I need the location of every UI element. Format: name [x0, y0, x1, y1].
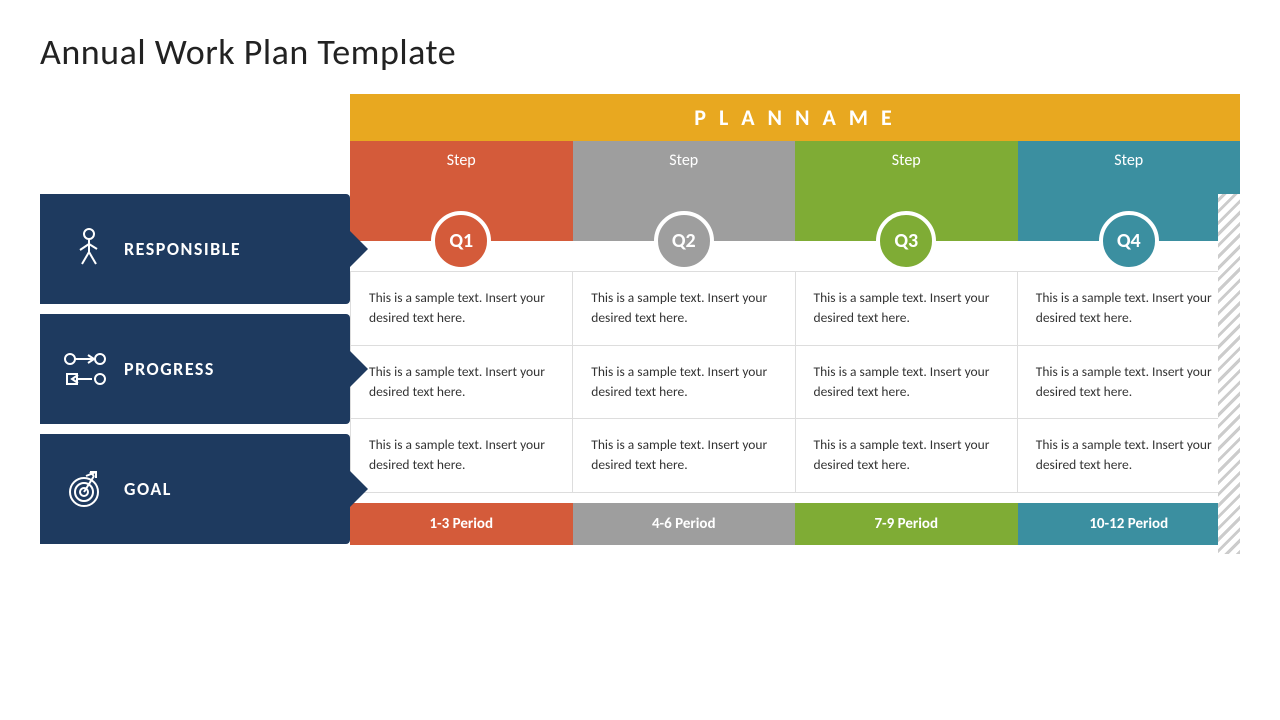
step-header-q3: Step Q3 — [795, 141, 1018, 241]
responsible-icon — [60, 224, 110, 274]
table-area: P L A N N A M E Step Q1 Step Q2 Step Q3 … — [350, 94, 1240, 554]
page-title: Annual Work Plan Template — [40, 30, 1240, 74]
goal-cell-q3: This is a sample text. Insert your desir… — [796, 419, 1018, 492]
main-content: RESPONSIBLE PROGRESS — [40, 94, 1240, 554]
period-footer: 1-3 Period 4-6 Period 7-9 Period 10-12 P… — [350, 503, 1240, 545]
goal-icon — [60, 464, 110, 514]
responsible-text: RESPONSIBLE — [124, 238, 241, 260]
progress-cell-q1: This is a sample text. Insert your desir… — [350, 346, 573, 419]
responsible-cell-q2: This is a sample text. Insert your desir… — [573, 272, 795, 345]
row-labels: RESPONSIBLE PROGRESS — [40, 94, 350, 554]
step-label-q2: Step — [669, 151, 698, 170]
responsible-cell-q3: This is a sample text. Insert your desir… — [796, 272, 1018, 345]
steps-header: Step Q1 Step Q2 Step Q3 Step Q4 — [350, 141, 1240, 241]
step-label-q3: Step — [892, 151, 921, 170]
page-container: Annual Work Plan Template RESPONSIBLE — [0, 0, 1280, 720]
step-circle-q3: Q3 — [876, 211, 936, 271]
progress-icon — [60, 344, 110, 394]
goal-cell-q2: This is a sample text. Insert your desir… — [573, 419, 795, 492]
step-circle-q1: Q1 — [431, 211, 491, 271]
step-label-q4: Step — [1114, 151, 1143, 170]
step-header-q4: Step Q4 — [1018, 141, 1241, 241]
goal-cell-q4: This is a sample text. Insert your desir… — [1018, 419, 1240, 492]
responsible-label: RESPONSIBLE — [40, 194, 350, 304]
progress-text: PROGRESS — [124, 358, 215, 380]
data-rows: This is a sample text. Insert your desir… — [350, 271, 1240, 493]
goal-cell-q1: This is a sample text. Insert your desir… — [350, 419, 573, 492]
progress-cell-q2: This is a sample text. Insert your desir… — [573, 346, 795, 419]
step-header-q2: Step Q2 — [573, 141, 796, 241]
step-header-q1: Step Q1 — [350, 141, 573, 241]
stripe-decoration — [1218, 194, 1240, 554]
period-4: 10-12 Period — [1018, 503, 1241, 545]
step-circle-q2: Q2 — [654, 211, 714, 271]
plan-name-banner: P L A N N A M E — [350, 94, 1240, 141]
period-1: 1-3 Period — [350, 503, 573, 545]
responsible-cell-q1: This is a sample text. Insert your desir… — [350, 272, 573, 345]
data-row-progress: This is a sample text. Insert your desir… — [350, 346, 1240, 420]
period-2: 4-6 Period — [573, 503, 796, 545]
goal-text: GOAL — [124, 478, 172, 500]
progress-cell-q4: This is a sample text. Insert your desir… — [1018, 346, 1240, 419]
data-row-goal: This is a sample text. Insert your desir… — [350, 419, 1240, 493]
goal-label: GOAL — [40, 434, 350, 544]
progress-label: PROGRESS — [40, 314, 350, 424]
progress-cell-q3: This is a sample text. Insert your desir… — [796, 346, 1018, 419]
responsible-cell-q4: This is a sample text. Insert your desir… — [1018, 272, 1240, 345]
period-3: 7-9 Period — [795, 503, 1018, 545]
data-row-responsible: This is a sample text. Insert your desir… — [350, 271, 1240, 346]
step-circle-q4: Q4 — [1099, 211, 1159, 271]
step-label-q1: Step — [447, 151, 476, 170]
